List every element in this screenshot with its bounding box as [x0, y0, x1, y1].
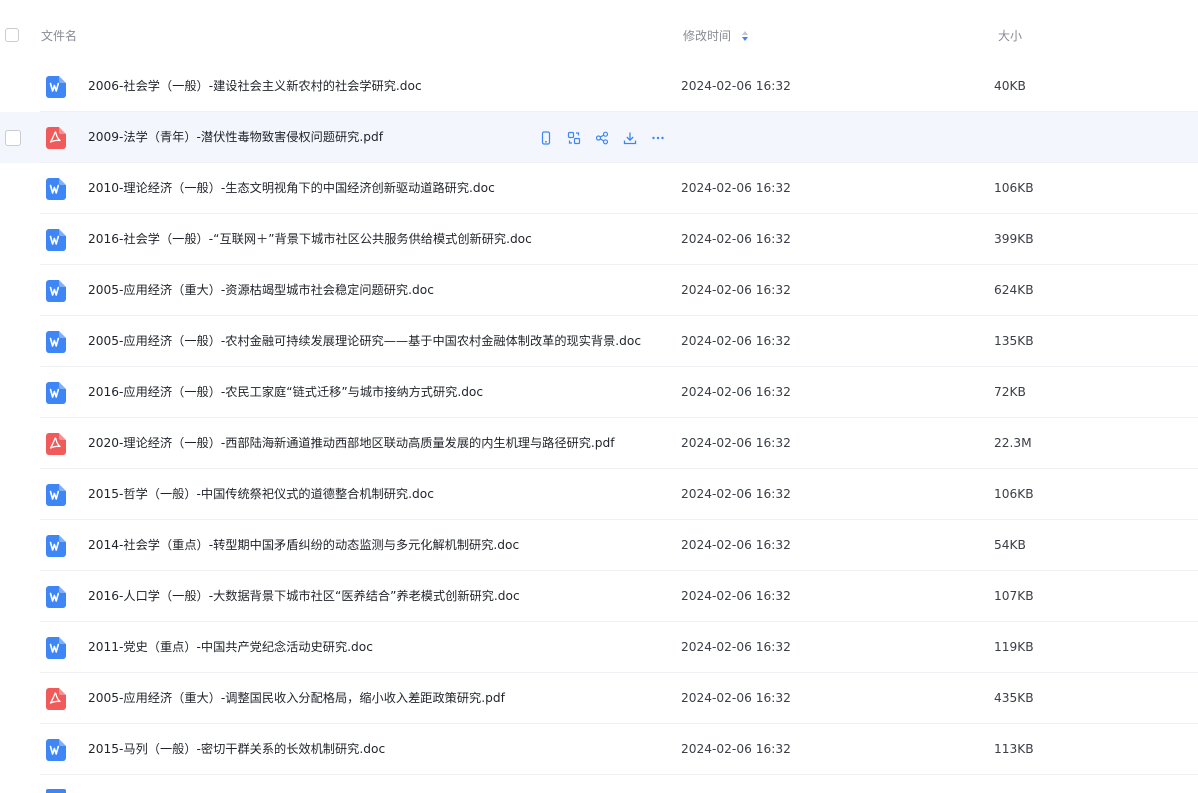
- file-row[interactable]: 2009-法学（青年）-潜伏性毒物致害侵权问题研究.pdf: [0, 112, 1198, 163]
- file-row[interactable]: 2006-社会学（一般）-建设社会主义新农村的社会学研究.doc 2024-02-…: [0, 61, 1198, 112]
- pdf-file-icon: [46, 433, 66, 455]
- share-icon: [595, 131, 609, 145]
- file-modified-time: 2024-02-06 16:32: [681, 589, 791, 603]
- more-button[interactable]: [649, 129, 667, 147]
- download-button[interactable]: [621, 129, 639, 147]
- file-row[interactable]: 2014-社会学（重点）-转型期中国矛盾纠纷的动态监测与多元化解机制研究.doc…: [0, 520, 1198, 571]
- word-doc-icon: [46, 280, 66, 302]
- file-modified-time: 2024-02-06 16:32: [681, 640, 791, 654]
- column-header-name[interactable]: 文件名: [41, 29, 77, 43]
- word-doc-icon: [46, 178, 66, 200]
- file-name[interactable]: 2015-哲学（一般）-中国传统祭祀仪式的道德整合机制研究.doc: [88, 487, 434, 502]
- word-doc-icon: [46, 637, 66, 659]
- word-doc-icon: [46, 382, 66, 404]
- file-name[interactable]: 2009-法学（青年）-潜伏性毒物致害侵权问题研究.pdf: [88, 130, 383, 145]
- file-size: 624KB: [994, 283, 1034, 297]
- file-size: 40KB: [994, 79, 1026, 93]
- file-size: 113KB: [994, 742, 1034, 756]
- file-row[interactable]: 2020-理论经济（一般）-西部陆海新通道推动西部地区联动高质量发展的内生机理与…: [0, 418, 1198, 469]
- file-size: 106KB: [994, 181, 1034, 195]
- sort-icon[interactable]: [741, 30, 749, 42]
- file-row[interactable]: 2005-应用经济（一般）-农村金融可持续发展理论研究——基于中国农村金融体制改…: [0, 316, 1198, 367]
- file-name[interactable]: 2005-应用经济（重大）-资源枯竭型城市社会稳定问题研究.doc: [88, 283, 434, 298]
- file-modified-time: 2024-02-06 16:32: [681, 436, 791, 450]
- partial-file-icon: [46, 789, 66, 793]
- file-row[interactable]: 2015-马列（一般）-密切干群关系的长效机制研究.doc 2024-02-06 …: [0, 724, 1198, 775]
- file-modified-time: 2024-02-06 16:32: [681, 283, 791, 297]
- file-row[interactable]: 2010-理论经济（一般）-生态文明视角下的中国经济创新驱动道路研究.doc 20…: [0, 163, 1198, 214]
- word-doc-icon: [46, 535, 66, 557]
- file-row[interactable]: 2016-社会学（一般）-“互联网＋”背景下城市社区公共服务供给模式创新研究.d…: [0, 214, 1198, 265]
- file-list: 文件名 修改时间 大小 2006-社会学（一般）-建设社会主义新农村的社会学研究…: [0, 0, 1198, 793]
- column-header-time[interactable]: 修改时间: [683, 29, 749, 43]
- file-modified-time: 2024-02-06 16:32: [681, 385, 791, 399]
- file-row[interactable]: 2011-党史（重点）-中国共产党纪念活动史研究.doc 2024-02-06 1…: [0, 622, 1198, 673]
- file-size: 435KB: [994, 691, 1034, 705]
- file-modified-time: 2024-02-06 16:32: [681, 538, 791, 552]
- file-name[interactable]: 2006-社会学（一般）-建设社会主义新农村的社会学研究.doc: [88, 79, 422, 94]
- word-doc-icon: [46, 586, 66, 608]
- file-row[interactable]: 2016-应用经济（一般）-农民工家庭“链式迁移”与城市接纳方式研究.doc 20…: [0, 367, 1198, 418]
- column-header-size[interactable]: 大小: [998, 29, 1022, 43]
- file-name[interactable]: 2016-应用经济（一般）-农民工家庭“链式迁移”与城市接纳方式研究.doc: [88, 385, 483, 400]
- file-name[interactable]: 2015-马列（一般）-密切干群关系的长效机制研究.doc: [88, 742, 385, 757]
- column-header-time-label: 修改时间: [683, 29, 732, 43]
- file-size: 107KB: [994, 589, 1034, 603]
- row-checkbox[interactable]: [5, 130, 21, 146]
- file-size: 119KB: [994, 640, 1034, 654]
- file-name[interactable]: 2014-社会学（重点）-转型期中国矛盾纠纷的动态监测与多元化解机制研究.doc: [88, 538, 519, 553]
- file-row[interactable]: 2016-人口学（一般）-大数据背景下城市社区“医养结合”养老模式创新研究.do…: [0, 571, 1198, 622]
- file-size: 22.3M: [994, 436, 1032, 450]
- file-name[interactable]: 2016-人口学（一般）-大数据背景下城市社区“医养结合”养老模式创新研究.do…: [88, 589, 520, 604]
- word-doc-icon: [46, 229, 66, 251]
- select-all-checkbox[interactable]: [5, 28, 19, 42]
- word-doc-icon: [46, 739, 66, 761]
- file-modified-time: 2024-02-06 16:32: [681, 232, 791, 246]
- file-size: 135KB: [994, 334, 1034, 348]
- word-doc-icon: [46, 484, 66, 506]
- file-modified-time: 2024-02-06 16:32: [681, 487, 791, 501]
- file-row[interactable]: 2005-应用经济（重大）-资源枯竭型城市社会稳定问题研究.doc 2024-02…: [0, 265, 1198, 316]
- file-row[interactable]: 2005-应用经济（重大）-调整国民收入分配格局，缩小收入差距政策研究.pdf 2…: [0, 673, 1198, 724]
- file-modified-time: 2024-02-06 16:32: [681, 691, 791, 705]
- pdf-file-icon: [46, 688, 66, 710]
- word-doc-icon: [46, 76, 66, 98]
- file-rows: 2006-社会学（一般）-建设社会主义新农村的社会学研究.doc 2024-02-…: [0, 61, 1198, 775]
- phone-icon: [539, 131, 553, 145]
- more-icon: [651, 131, 665, 145]
- file-row[interactable]: 2015-哲学（一般）-中国传统祭祀仪式的道德整合机制研究.doc 2024-02…: [0, 469, 1198, 520]
- list-header: 文件名 修改时间 大小: [0, 0, 1198, 60]
- file-name[interactable]: 2011-党史（重点）-中国共产党纪念活动史研究.doc: [88, 640, 373, 655]
- file-name[interactable]: 2016-社会学（一般）-“互联网＋”背景下城市社区公共服务供给模式创新研究.d…: [88, 232, 532, 247]
- file-size: 399KB: [994, 232, 1034, 246]
- file-size: 54KB: [994, 538, 1026, 552]
- word-doc-icon: [46, 331, 66, 353]
- file-modified-time: 2024-02-06 16:32: [681, 79, 791, 93]
- download-icon: [623, 131, 637, 145]
- file-name[interactable]: 2005-应用经济（重大）-调整国民收入分配格局，缩小收入差距政策研究.pdf: [88, 691, 505, 706]
- file-size: 72KB: [994, 385, 1026, 399]
- share-button[interactable]: [593, 129, 611, 147]
- file-name[interactable]: 2020-理论经济（一般）-西部陆海新通道推动西部地区联动高质量发展的内生机理与…: [88, 436, 615, 451]
- convert-button[interactable]: [565, 129, 583, 147]
- pdf-file-icon: [46, 127, 66, 149]
- file-modified-time: 2024-02-06 16:32: [681, 742, 791, 756]
- convert-icon: [567, 131, 581, 145]
- file-size: 106KB: [994, 487, 1034, 501]
- file-name[interactable]: 2010-理论经济（一般）-生态文明视角下的中国经济创新驱动道路研究.doc: [88, 181, 495, 196]
- file-modified-time: 2024-02-06 16:32: [681, 181, 791, 195]
- file-name[interactable]: 2005-应用经济（一般）-农村金融可持续发展理论研究——基于中国农村金融体制改…: [88, 334, 641, 349]
- phone-button[interactable]: [537, 129, 555, 147]
- row-actions: [537, 129, 667, 147]
- file-modified-time: 2024-02-06 16:32: [681, 334, 791, 348]
